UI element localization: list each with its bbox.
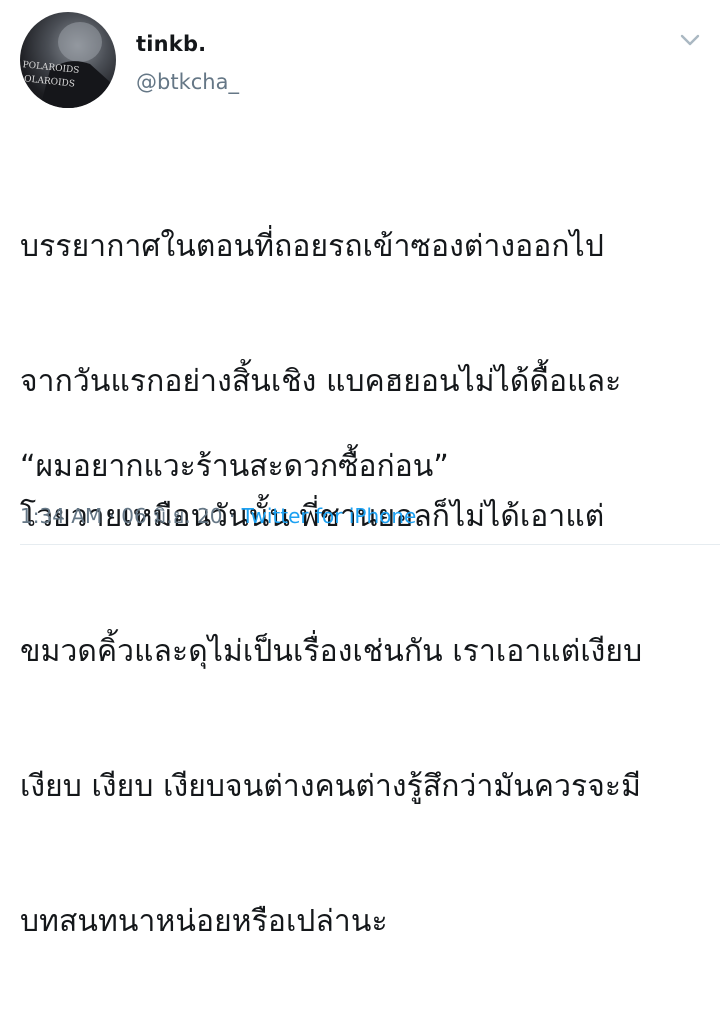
tweet-meta: 1:34 AM · 06 มิ.ย. 20 · Twitter for iPho…	[20, 500, 416, 532]
tweet-line: ขมวดคิ้วและดุไม่เป็นเรื่องเช่นกัน เราเอา…	[20, 634, 643, 669]
tweet-quote: “ผมอยากแวะร้านสะดวกซื้อก่อน”	[20, 449, 449, 484]
meta-separator: ·	[108, 504, 115, 528]
tweet-body: บรรยากาศในตอนที่ถอยรถเข้าซองต่างออกไป จา…	[20, 134, 710, 1034]
avatar-image: POLAROIDS OLAROIDS	[22, 22, 116, 108]
more-options-button[interactable]	[677, 30, 703, 50]
avatar[interactable]: POLAROIDS OLAROIDS	[20, 12, 116, 108]
tweet-line: จากวันแรกอย่างสิ้นเชิง แบคฮยอนไม่ได้ดื้อ…	[20, 364, 622, 399]
user-handle[interactable]: @btkcha_	[136, 70, 239, 94]
chevron-down-icon	[680, 34, 700, 46]
tweet-source-link[interactable]: Twitter for iPhone	[242, 504, 417, 528]
display-name[interactable]: tinkb.	[136, 32, 206, 56]
tweet-time[interactable]: 1:34 AM	[20, 504, 102, 528]
tweet-line: เงียบ เงียบ เงียบจนต่างคนต่างรู้สึกว่ามั…	[20, 769, 642, 804]
tweet-card: POLAROIDS OLAROIDS tinkb. @btkcha_ บรรยา…	[0, 0, 720, 939]
tweet-line: บทสนทนาหน่อยหรือเปล่านะ	[20, 904, 388, 939]
divider	[20, 544, 720, 545]
tweet-date[interactable]: 06 มิ.ย. 20	[121, 504, 222, 528]
tweet-line: บรรยากาศในตอนที่ถอยรถเข้าซองต่างออกไป	[20, 229, 604, 264]
meta-separator: ·	[228, 504, 236, 528]
